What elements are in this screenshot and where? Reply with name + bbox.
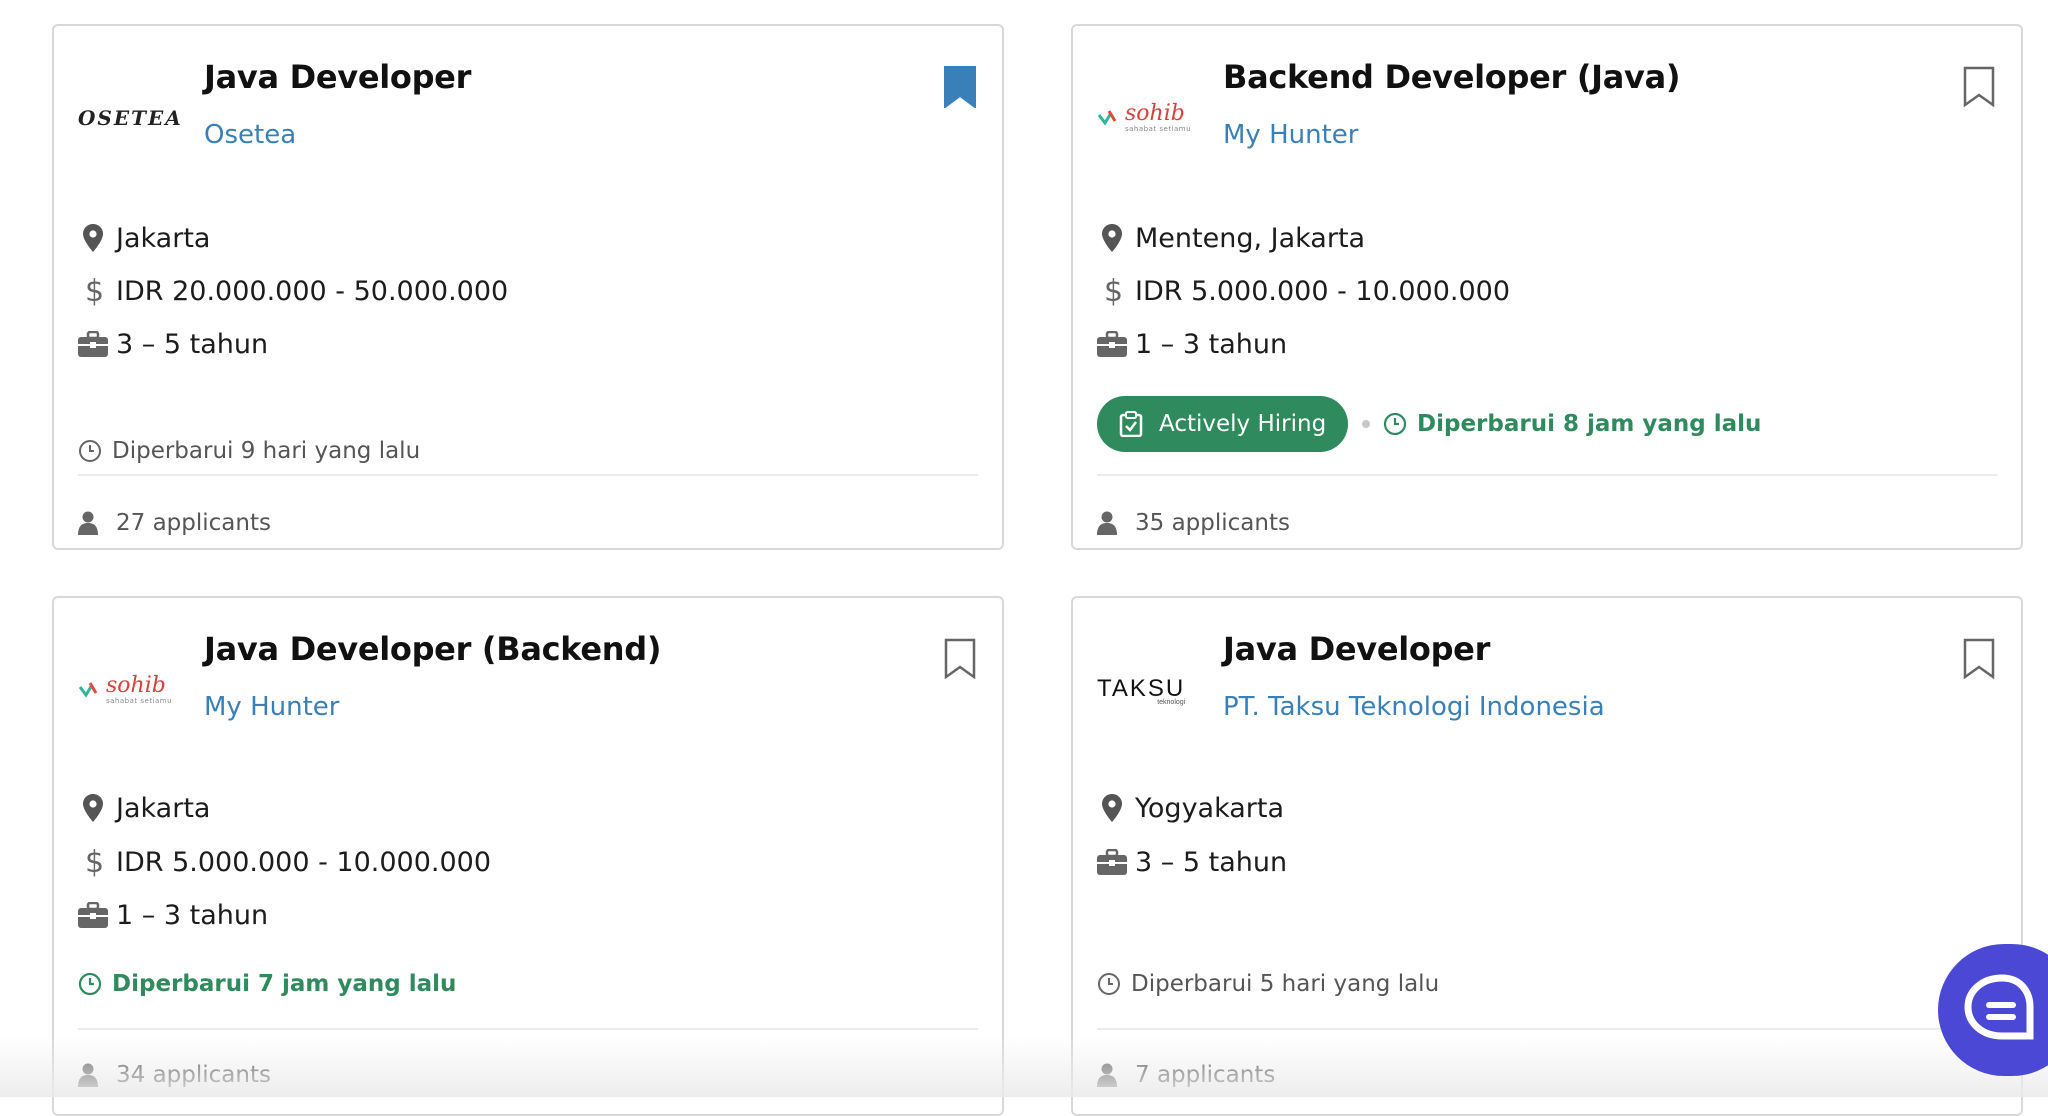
experience-row: 1 – 3 tahun [1097, 324, 1287, 364]
job-card[interactable]: TAKSU teknologi Java Developer PT. Taksu … [1071, 596, 2023, 1116]
company-logo: sohib sahabat setiamu [78, 668, 174, 712]
updated-text: Diperbarui 7 jam yang lalu [112, 971, 457, 997]
company-logo: TAKSU teknologi [1097, 674, 1186, 706]
dollar-icon: $ [1097, 275, 1127, 307]
job-title[interactable]: Java Developer [1223, 630, 1490, 668]
clock-icon [1383, 411, 1409, 437]
experience-row: 3 – 5 tahun [78, 324, 268, 364]
location-row: Jakarta [78, 788, 210, 828]
salary-text: IDR 20.000.000 - 50.000.000 [116, 275, 509, 307]
updated-label: Diperbarui 8 jam yang lalu [1383, 407, 1761, 441]
clock-icon [78, 971, 104, 997]
company-logo: sohib sahabat setiamu [1097, 96, 1193, 140]
svg-text:$: $ [85, 846, 103, 878]
person-icon [1097, 510, 1123, 536]
applicants-text: 7 applicants [1135, 1062, 1276, 1088]
svg-text:$: $ [85, 275, 103, 307]
company-name[interactable]: Osetea [204, 120, 296, 150]
dollar-icon: $ [78, 846, 108, 878]
salary-text: IDR 5.000.000 - 10.000.000 [1135, 275, 1511, 307]
clock-icon [78, 438, 104, 464]
location-text: Jakarta [116, 222, 211, 254]
experience-text: 1 – 3 tahun [1135, 328, 1288, 360]
divider [1097, 1028, 1997, 1030]
experience-row: 1 – 3 tahun [78, 895, 268, 935]
bookmark-icon[interactable] [944, 638, 976, 680]
clipboard-check-icon [1119, 411, 1145, 437]
job-title[interactable]: Java Developer (Backend) [204, 630, 662, 668]
map-pin-icon [1097, 793, 1127, 823]
location-row: Menteng, Jakarta [1097, 218, 1365, 258]
badge-text: Actively Hiring [1159, 411, 1327, 437]
job-card[interactable]: OSETEA Java Developer Osetea Jakarta $ I… [52, 24, 1004, 550]
person-icon [1097, 1062, 1123, 1088]
briefcase-icon [78, 329, 108, 359]
updated-label: Diperbarui 9 hari yang lalu [78, 434, 420, 468]
briefcase-icon [78, 900, 108, 930]
applicants-text: 27 applicants [116, 510, 271, 536]
chat-icon [1964, 974, 2040, 1046]
job-card[interactable]: sohib sahabat setiamu Java Developer (Bac… [52, 596, 1004, 1116]
bookmark-icon[interactable] [1963, 638, 1995, 680]
updated-label: Diperbarui 7 jam yang lalu [78, 967, 456, 1001]
salary-row: $ IDR 20.000.000 - 50.000.000 [78, 271, 508, 311]
updated-text: Diperbarui 9 hari yang lalu [112, 438, 421, 464]
divider [1097, 474, 1997, 476]
applicants-row: 34 applicants [78, 1058, 271, 1092]
divider [78, 474, 978, 476]
actively-hiring-badge: Actively Hiring [1097, 396, 1349, 452]
experience-text: 1 – 3 tahun [116, 899, 269, 931]
experience-text: 3 – 5 tahun [116, 328, 269, 360]
updated-text: Diperbarui 8 jam yang lalu [1417, 411, 1762, 437]
person-icon [78, 1062, 104, 1088]
applicants-row: 7 applicants [1097, 1058, 1275, 1092]
map-pin-icon [1097, 223, 1127, 253]
salary-row: $ IDR 5.000.000 - 10.000.000 [1097, 271, 1510, 311]
updated-text: Diperbarui 5 hari yang lalu [1131, 971, 1440, 997]
salary-text: IDR 5.000.000 - 10.000.000 [116, 846, 492, 878]
map-pin-icon [78, 223, 108, 253]
experience-row: 3 – 5 tahun [1097, 842, 1287, 882]
applicants-text: 34 applicants [116, 1062, 271, 1088]
svg-text:$: $ [1104, 275, 1122, 307]
person-icon [78, 510, 104, 536]
job-title[interactable]: Java Developer [204, 58, 471, 96]
company-name[interactable]: My Hunter [1223, 120, 1358, 150]
experience-text: 3 – 5 tahun [1135, 846, 1288, 878]
company-name[interactable]: PT. Taksu Teknologi Indonesia [1223, 692, 1605, 722]
applicants-row: 35 applicants [1097, 506, 1290, 540]
applicants-text: 35 applicants [1135, 510, 1290, 536]
location-row: Jakarta [78, 218, 210, 258]
briefcase-icon [1097, 329, 1127, 359]
job-title[interactable]: Backend Developer (Java) [1223, 58, 1681, 96]
dollar-icon: $ [78, 275, 108, 307]
company-name[interactable]: My Hunter [204, 692, 339, 722]
location-text: Jakarta [116, 792, 211, 824]
location-text: Yogyakarta [1135, 792, 1285, 824]
location-row: Yogyakarta [1097, 788, 1284, 828]
updated-label: Diperbarui 5 hari yang lalu [1097, 967, 1439, 1001]
job-card[interactable]: sohib sahabat setiamu Backend Developer (… [1071, 24, 2023, 550]
briefcase-icon [1097, 847, 1127, 877]
bookmark-icon[interactable] [944, 66, 976, 109]
clock-icon [1097, 971, 1123, 997]
bookmark-icon[interactable] [1963, 66, 1995, 108]
applicants-row: 27 applicants [78, 506, 271, 540]
salary-row: $ IDR 5.000.000 - 10.000.000 [78, 842, 491, 882]
company-logo: OSETEA [78, 106, 183, 130]
divider [78, 1028, 978, 1030]
map-pin-icon [78, 793, 108, 823]
location-text: Menteng, Jakarta [1135, 222, 1366, 254]
separator-dot [1362, 420, 1370, 428]
